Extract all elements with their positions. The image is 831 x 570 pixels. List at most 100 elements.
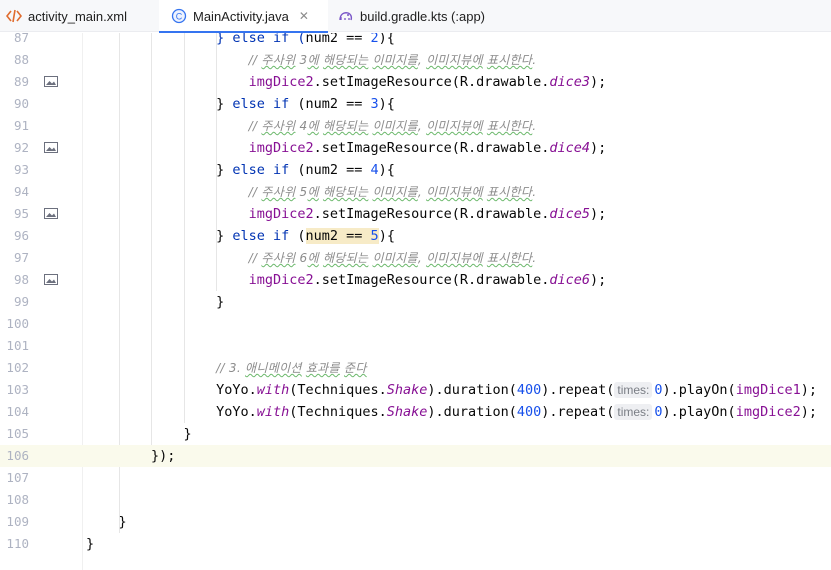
image-resource-icon[interactable] <box>44 142 58 153</box>
code-line[interactable]: 87} else if (num2 == 2){ <box>0 33 831 49</box>
code-text: // 주사위 3에 해당되는 이미지를, 이미지뷰에 표시한다. <box>249 49 537 71</box>
code-line[interactable]: 97 // 주사위 6에 해당되는 이미지를, 이미지뷰에 표시한다. <box>0 247 831 269</box>
code-token: 2 <box>370 33 379 46</box>
code-text: YoYo.with(Techniques.Shake).duration(400… <box>216 401 817 423</box>
line-number: 101 <box>6 338 29 353</box>
parameter-hint: times: <box>614 382 653 398</box>
tab-label: build.gradle.kts (:app) <box>360 8 486 24</box>
code-token: (num2 == <box>289 96 371 112</box>
code-line[interactable]: 93} else if (num2 == 4){ <box>0 159 831 181</box>
code-comment: // 3. 애니메이션 효과를 준다 <box>216 361 367 375</box>
code-line[interactable]: 106}); <box>0 445 831 467</box>
tab-build-gradle-kts[interactable]: build.gradle.kts (:app) <box>330 0 520 32</box>
code-line[interactable]: 94 // 주사위 5에 해당되는 이미지를, 이미지뷰에 표시한다. <box>0 181 831 203</box>
close-tab-icon[interactable]: ✕ <box>299 9 309 23</box>
code-token: (num2 == <box>289 162 371 178</box>
code-line[interactable]: 91 // 주사위 4에 해당되는 이미지를, 이미지뷰에 표시한다. <box>0 115 831 137</box>
code-token: ).playOn( <box>662 382 736 398</box>
code-editor[interactable]: 87} else if (num2 == 2){88// 주사위 3에 해당되는… <box>0 33 831 570</box>
code-token: { <box>386 33 395 46</box>
code-token: 400 <box>516 404 542 420</box>
code-token: ); <box>589 74 607 90</box>
line-number: 97 <box>13 250 29 265</box>
code-text: YoYo.with(Techniques.Shake).duration(400… <box>216 379 817 401</box>
code-text: // 주사위 4에 해당되는 이미지를, 이미지뷰에 표시한다. <box>249 115 537 137</box>
tab-activity-main-xml[interactable]: activity_main.xml <box>0 0 158 32</box>
image-resource-icon[interactable] <box>44 274 58 285</box>
line-number: 102 <box>6 360 29 375</box>
code-line[interactable]: 107 <box>0 467 831 489</box>
code-token: else if <box>232 96 290 112</box>
line-number: 92 <box>13 140 29 155</box>
tab-main-activity-java[interactable]: C MainActivity.java ✕ <box>159 0 328 33</box>
parameter-hint: times: <box>614 404 653 420</box>
line-number: 87 <box>13 33 29 45</box>
code-line[interactable]: 103 YoYo.with(Techniques.Shake).duration(… <box>0 379 831 401</box>
code-line[interactable]: 104 YoYo.with(Techniques.Shake).duration(… <box>0 401 831 423</box>
xml-file-icon <box>6 9 22 23</box>
line-number: 100 <box>6 316 29 331</box>
line-number: 103 <box>6 382 29 397</box>
gradle-file-icon <box>338 8 354 24</box>
code-token: } else if ( <box>216 33 306 46</box>
line-number: 94 <box>13 184 29 199</box>
code-token: num2 == <box>305 33 371 46</box>
line-number: 91 <box>13 118 29 133</box>
code-token: } <box>216 294 225 310</box>
code-token: ).duration( <box>427 382 517 398</box>
code-token: ){ <box>378 228 395 244</box>
code-token: } <box>86 536 95 552</box>
code-line[interactable]: 99} <box>0 291 831 313</box>
code-line[interactable]: 101 <box>0 335 831 357</box>
code-token: dice5 <box>549 206 590 222</box>
code-token: .setImageResource(R.drawable. <box>313 140 550 156</box>
code-text: } else if (num2 == 4){ <box>216 159 395 181</box>
code-line[interactable]: 96} else if (num2 == 5){ <box>0 225 831 247</box>
code-text: imgDice2.setImageResource(R.drawable.dic… <box>249 71 607 93</box>
code-token: ); <box>589 206 607 222</box>
svg-text:C: C <box>176 12 183 22</box>
image-resource-icon[interactable] <box>44 208 58 219</box>
code-text: imgDice2.setImageResource(R.drawable.dic… <box>249 203 607 225</box>
code-token: imgDice2 <box>248 74 314 90</box>
code-token: 4 <box>370 162 379 178</box>
code-line[interactable]: 108 <box>0 489 831 511</box>
code-token: ); <box>800 404 817 420</box>
line-number: 108 <box>6 492 29 507</box>
line-number: 90 <box>13 96 29 111</box>
code-line[interactable]: 110} <box>0 533 831 555</box>
code-token: ).repeat( <box>541 404 615 420</box>
code-token: (Techniques. <box>289 382 387 398</box>
code-token: with <box>256 382 290 398</box>
code-line[interactable]: 90} else if (num2 == 3){ <box>0 93 831 115</box>
code-token: } <box>183 426 192 442</box>
code-line[interactable]: 109} <box>0 511 831 533</box>
code-text: imgDice2.setImageResource(R.drawable.dic… <box>249 269 607 291</box>
line-number: 95 <box>13 206 29 221</box>
code-text: imgDice2.setImageResource(R.drawable.dic… <box>249 137 607 159</box>
code-token: ); <box>589 140 607 156</box>
code-token: ( <box>289 228 306 244</box>
code-line[interactable]: 95 imgDice2.setImageResource(R.drawable.d… <box>0 203 831 225</box>
code-token: .setImageResource(R.drawable. <box>313 206 550 222</box>
code-token: .setImageResource(R.drawable. <box>313 74 550 90</box>
code-line[interactable]: 88 // 주사위 3에 해당되는 이미지를, 이미지뷰에 표시한다. <box>0 49 831 71</box>
code-comment: // 주사위 6에 해당되는 이미지를, 이미지뷰에 표시한다. <box>248 251 537 265</box>
code-token: } <box>216 228 233 244</box>
code-line[interactable]: 105} <box>0 423 831 445</box>
code-line[interactable]: 89 imgDice2.setImageResource(R.drawable.d… <box>0 71 831 93</box>
code-token: imgDice2 <box>248 272 314 288</box>
code-line[interactable]: 98 imgDice2.setImageResource(R.drawable.d… <box>0 269 831 291</box>
code-token: }); <box>151 448 176 464</box>
code-token: 400 <box>516 382 542 398</box>
code-token: ); <box>800 382 817 398</box>
code-token: } <box>118 514 127 530</box>
code-token: } <box>216 162 233 178</box>
code-text: }); <box>151 445 175 467</box>
code-comment: // 주사위 3에 해당되는 이미지를, 이미지뷰에 표시한다. <box>248 53 537 67</box>
code-line[interactable]: 100 <box>0 313 831 335</box>
code-line[interactable]: 102 // 3. 애니메이션 효과를 준다 <box>0 357 831 379</box>
code-line[interactable]: 92 imgDice2.setImageResource(R.drawable.d… <box>0 137 831 159</box>
code-token: 0 <box>654 382 663 398</box>
image-resource-icon[interactable] <box>44 76 58 87</box>
